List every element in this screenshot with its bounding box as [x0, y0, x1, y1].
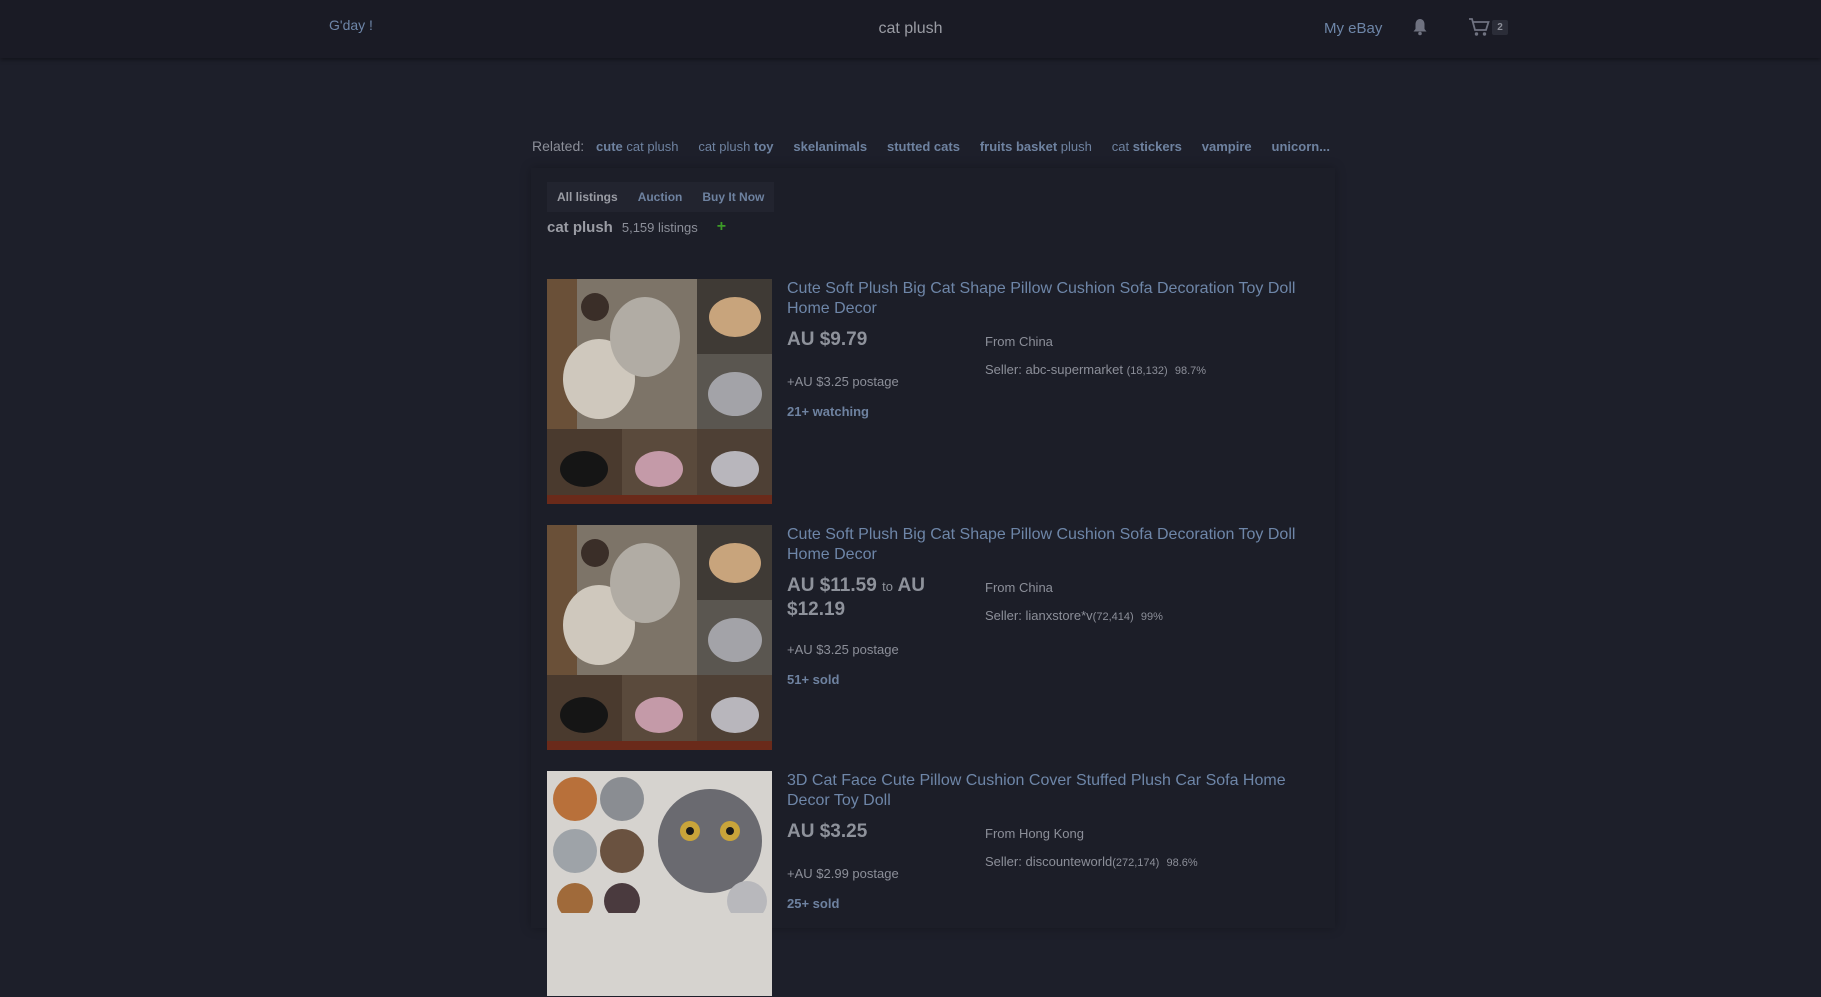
listing-postage: +AU $3.25 postage [787, 642, 899, 657]
related-chip-cute-cat-plush[interactable]: cute cat plush [596, 139, 678, 154]
search-query-display[interactable]: cat plush [0, 20, 1821, 38]
listing-seller: Seller: abc-supermarket (18,132) 98.7% [985, 362, 1207, 377]
listing-hotness: 21+ watching [787, 404, 869, 419]
listing-title[interactable]: 3D Cat Face Cute Pillow Cushion Cover St… [787, 771, 1307, 811]
listing-hotness: 25+ sold [787, 896, 840, 911]
listing-item[interactable]: 3D Cat Face Cute Pillow Cushion Cover St… [547, 771, 1327, 997]
tab-auction[interactable]: Auction [638, 190, 683, 204]
listing-price: AU $9.79 [787, 329, 868, 350]
listing-postage: +AU $2.99 postage [787, 866, 899, 881]
related-chip-skelanimals[interactable]: skelanimals [793, 139, 867, 154]
listing-postage: +AU $3.25 postage [787, 374, 899, 389]
plus-icon[interactable]: + [717, 218, 726, 236]
listing-origin: From China [985, 580, 1053, 595]
listing-price: AU $11.59 to AU $12.19 [787, 575, 925, 620]
listing-price: AU $3.25 [787, 821, 868, 842]
bell-icon[interactable] [1412, 18, 1428, 36]
related-chip-stutted-cats[interactable]: stutted cats [887, 139, 960, 154]
tab-all-listings[interactable]: All listings [557, 190, 618, 204]
listing-thumbnail[interactable] [547, 525, 772, 750]
results-query: cat plush [547, 218, 613, 236]
listing-seller: Seller: lianxstore*v(72,414) 99% [985, 608, 1163, 623]
listing-item[interactable]: Cute Soft Plush Big Cat Shape Pillow Cus… [547, 279, 1327, 505]
listing-origin: From Hong Kong [985, 826, 1084, 841]
results-count: 5,159 listings [621, 219, 698, 235]
top-bar: G'day ! cat plush My eBay 2 [0, 0, 1821, 58]
related-label: Related: [532, 138, 585, 154]
listing-title[interactable]: Cute Soft Plush Big Cat Shape Pillow Cus… [787, 525, 1307, 565]
cart-count-badge: 2 [1492, 20, 1508, 35]
related-chip-cat-plush-toy[interactable]: cat plush toy [698, 139, 773, 154]
tab-buy-it-now[interactable]: Buy It Now [702, 190, 764, 204]
listing-title[interactable]: Cute Soft Plush Big Cat Shape Pillow Cus… [787, 279, 1307, 319]
related-chip-fruits-basket-plush[interactable]: fruits basket plush [980, 139, 1092, 154]
related-chip-vampire[interactable]: vampire [1202, 139, 1252, 154]
cart-icon[interactable] [1468, 17, 1490, 37]
results-summary: cat plush 5,159 listings + [547, 218, 726, 236]
related-chip-unicorn[interactable]: unicorn... [1272, 139, 1331, 154]
listing-type-tabs: All listings Auction Buy It Now [547, 182, 775, 212]
my-ebay-link[interactable]: My eBay [1324, 20, 1382, 37]
listing-seller: Seller: discounteworld(272,174) 98.6% [985, 854, 1198, 869]
listing-thumbnail[interactable] [547, 771, 772, 996]
listing-item[interactable]: Cute Soft Plush Big Cat Shape Pillow Cus… [547, 525, 1327, 751]
listing-thumbnail[interactable] [547, 279, 772, 504]
listing-origin: From China [985, 334, 1053, 349]
related-searches: Related: cute cat plush cat plush toy sk… [532, 138, 1346, 154]
related-chip-cat-stickers[interactable]: cat stickers [1112, 139, 1182, 154]
listing-hotness: 51+ sold [787, 672, 840, 687]
